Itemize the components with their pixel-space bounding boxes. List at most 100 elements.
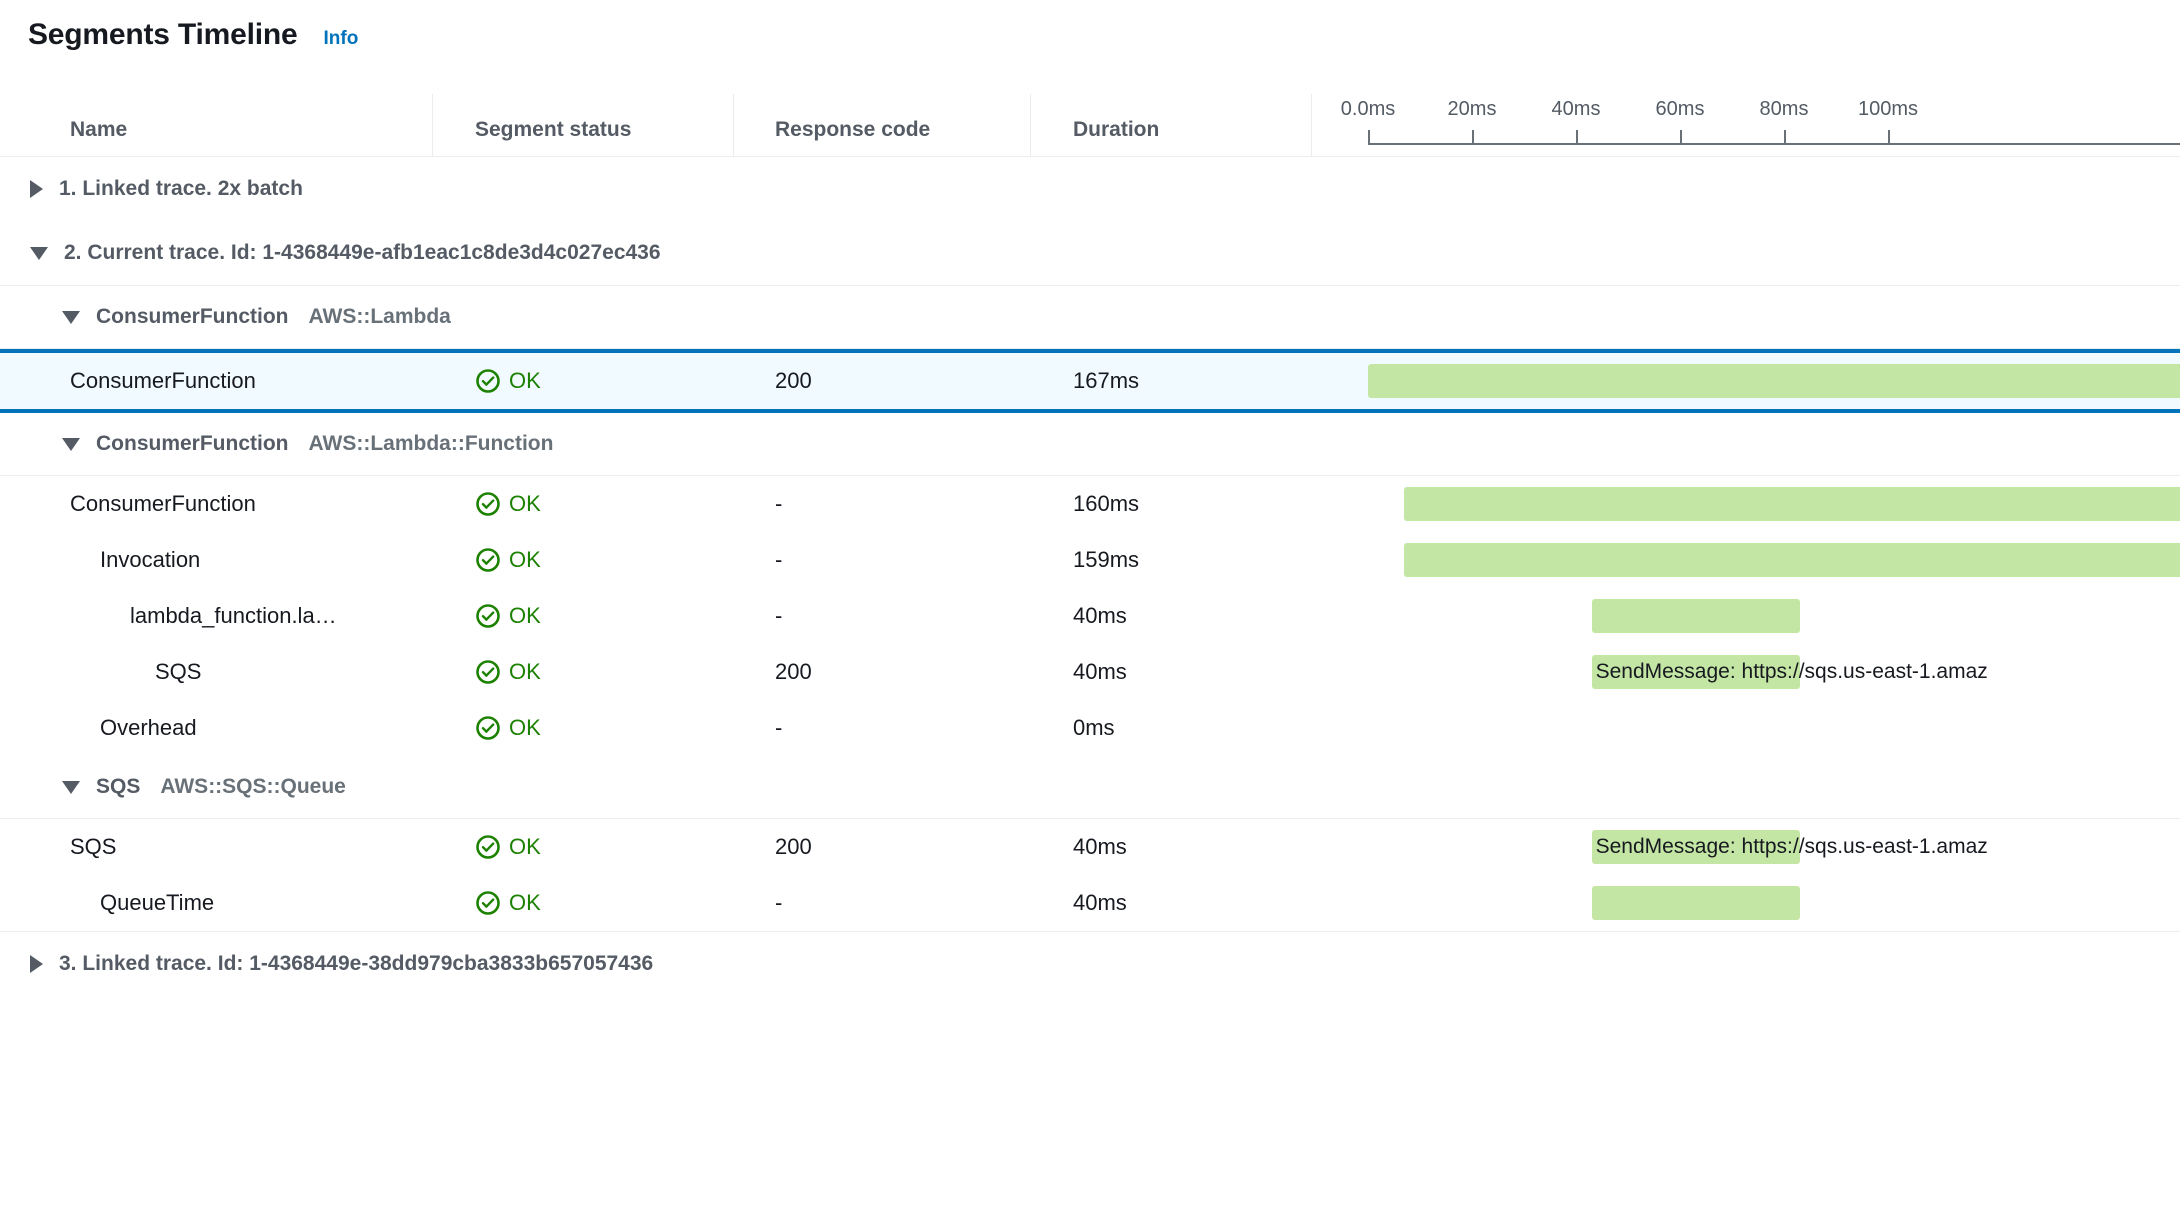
segment-name-cell: ConsumerFunction	[70, 491, 256, 516]
duration-cell: 40ms	[1073, 834, 1127, 859]
caret-right-icon[interactable]	[30, 955, 43, 973]
segment-status-cell: OK	[475, 547, 541, 573]
status-ok-icon	[475, 715, 501, 741]
trace-group-row[interactable]: 2. Current trace. Id: 1-4368449e-afb1eac…	[0, 221, 2180, 285]
status-ok-icon	[475, 834, 501, 860]
segments-list: 1. Linked trace. 2x batch 2. Current trac…	[0, 157, 2180, 996]
trace-group-row[interactable]: 1. Linked trace. 2x batch	[0, 157, 2180, 221]
segment-name-cell: lambda_function.la…	[130, 603, 337, 628]
caret-right-icon[interactable]	[30, 180, 43, 198]
axis-tick-label: 80ms	[1759, 98, 1809, 120]
gantt-track	[1311, 532, 2180, 588]
column-header-response-code[interactable]: Response code	[775, 118, 930, 142]
segment-row[interactable]: Overhead OK - 0ms	[0, 700, 2180, 756]
column-header-name[interactable]: Name	[70, 118, 127, 142]
gantt-track	[1311, 476, 2180, 532]
segment-status-cell: OK	[475, 659, 541, 685]
segment-name-cell: QueueTime	[100, 890, 215, 915]
segment-group-row[interactable]: SQS AWS::SQS::Queue	[0, 756, 2180, 818]
axis-tick-mark	[1784, 130, 1786, 145]
response-code-cell: 200	[775, 834, 812, 859]
gantt-track: SendMessage: https://sqs.us-east-1.amaz	[1311, 819, 2180, 875]
segment-group-type: AWS::SQS::Queue	[160, 775, 346, 798]
segment-group-row[interactable]: ConsumerFunction AWS::Lambda::Function	[0, 413, 2180, 475]
segment-row[interactable]: lambda_function.la… OK - 40ms	[0, 588, 2180, 644]
segment-name-cell: ConsumerFunction	[70, 368, 256, 393]
gantt-bar[interactable]	[1591, 886, 1800, 920]
response-code-cell: 200	[775, 659, 812, 684]
segment-status-cell: OK	[475, 890, 541, 916]
segment-row[interactable]: ConsumerFunction OK - 160ms	[0, 476, 2180, 532]
timeline-axis-labels: 0.0ms 20ms 40ms 60ms 80ms 100ms	[1311, 88, 2180, 128]
segment-status-label: OK	[509, 368, 541, 393]
segment-status-cell: OK	[475, 715, 541, 741]
duration-cell: 160ms	[1073, 491, 1140, 516]
duration-cell: 40ms	[1073, 890, 1127, 915]
trace-group-label: 1. Linked trace. 2x batch	[59, 177, 303, 200]
segment-status-cell: OK	[475, 491, 541, 517]
table-header-row: Name Segment status Response code Durati…	[0, 88, 2180, 156]
axis-tick-label: 20ms	[1447, 98, 1497, 120]
column-divider	[432, 94, 433, 156]
duration-cell: 40ms	[1073, 603, 1127, 628]
trace-group-row[interactable]: 3. Linked trace. Id: 1-4368449e-38dd979c…	[0, 932, 2180, 996]
gantt-bar[interactable]	[1591, 599, 1800, 633]
segment-group-name: ConsumerFunction	[96, 432, 289, 455]
status-ok-icon	[475, 603, 501, 629]
page-header: Segments Timeline Info	[0, 0, 2180, 52]
axis-tick-label: 100ms	[1857, 98, 1919, 120]
segment-name-cell: Invocation	[100, 547, 201, 572]
response-code-cell: -	[775, 890, 783, 915]
duration-cell: 167ms	[1073, 368, 1140, 393]
timeline-axis: 0.0ms 20ms 40ms 60ms 80ms 100ms	[1311, 88, 2180, 156]
gantt-track	[1311, 700, 2180, 756]
segment-row[interactable]: Invocation OK - 159ms	[0, 532, 2180, 588]
caret-down-icon[interactable]	[62, 437, 80, 451]
axis-tick-mark	[1472, 130, 1474, 145]
segment-status-cell: OK	[475, 368, 541, 394]
axis-tick-mark	[1888, 130, 1890, 145]
axis-tick-mark	[1680, 130, 1682, 145]
segment-row[interactable]: QueueTime OK - 40ms	[0, 875, 2180, 931]
response-code-cell: 200	[775, 368, 812, 393]
status-ok-icon	[475, 491, 501, 517]
segment-status-cell: OK	[475, 834, 541, 860]
status-ok-icon	[475, 659, 501, 685]
segment-group-name: ConsumerFunction	[96, 305, 289, 328]
segment-row[interactable]: SQS OK 200 40ms SendMessage: https://sqs.us-…	[0, 819, 2180, 875]
status-ok-icon	[475, 890, 501, 916]
caret-down-icon[interactable]	[30, 246, 48, 260]
response-code-cell: -	[775, 547, 783, 572]
gantt-bar[interactable]	[1368, 364, 2180, 398]
axis-tick-mark	[1576, 130, 1578, 145]
duration-cell: 40ms	[1073, 659, 1127, 684]
page-title: Segments Timeline	[28, 18, 298, 51]
caret-down-icon[interactable]	[62, 780, 80, 794]
gantt-bar[interactable]	[1404, 543, 2180, 577]
segment-status-label: OK	[509, 491, 541, 516]
segments-timeline-table: Name Segment status Response code Durati…	[0, 88, 2180, 996]
status-ok-icon	[475, 547, 501, 573]
info-link[interactable]: Info	[323, 28, 358, 50]
column-divider	[733, 94, 734, 156]
gantt-track	[1311, 875, 2180, 931]
segment-row[interactable]: SQS OK 200 40ms SendMessage: https://sqs.us-…	[0, 644, 2180, 700]
timeline-axis-line	[1368, 143, 2180, 145]
gantt-bar[interactable]	[1404, 487, 2180, 521]
segment-group-name: SQS	[96, 775, 141, 798]
axis-tick-label: 60ms	[1655, 98, 1705, 120]
segment-name-cell: Overhead	[100, 715, 197, 740]
column-header-segment-status[interactable]: Segment status	[475, 118, 631, 142]
column-header-duration[interactable]: Duration	[1073, 118, 1159, 142]
gantt-bar[interactable]	[1591, 655, 1800, 689]
segment-group-row[interactable]: ConsumerFunction AWS::Lambda	[0, 286, 2180, 348]
caret-down-icon[interactable]	[62, 310, 80, 324]
gantt-bar[interactable]	[1591, 830, 1800, 864]
segment-status-cell: OK	[475, 603, 541, 629]
axis-tick-label: 0.0ms	[1340, 98, 1396, 120]
axis-tick-mark	[1368, 130, 1370, 145]
gantt-track	[1311, 353, 2180, 409]
duration-cell: 0ms	[1073, 715, 1115, 740]
segment-row[interactable]: ConsumerFunction OK 200 167ms	[0, 349, 2180, 413]
segment-group-type: AWS::Lambda::Function	[308, 432, 554, 455]
